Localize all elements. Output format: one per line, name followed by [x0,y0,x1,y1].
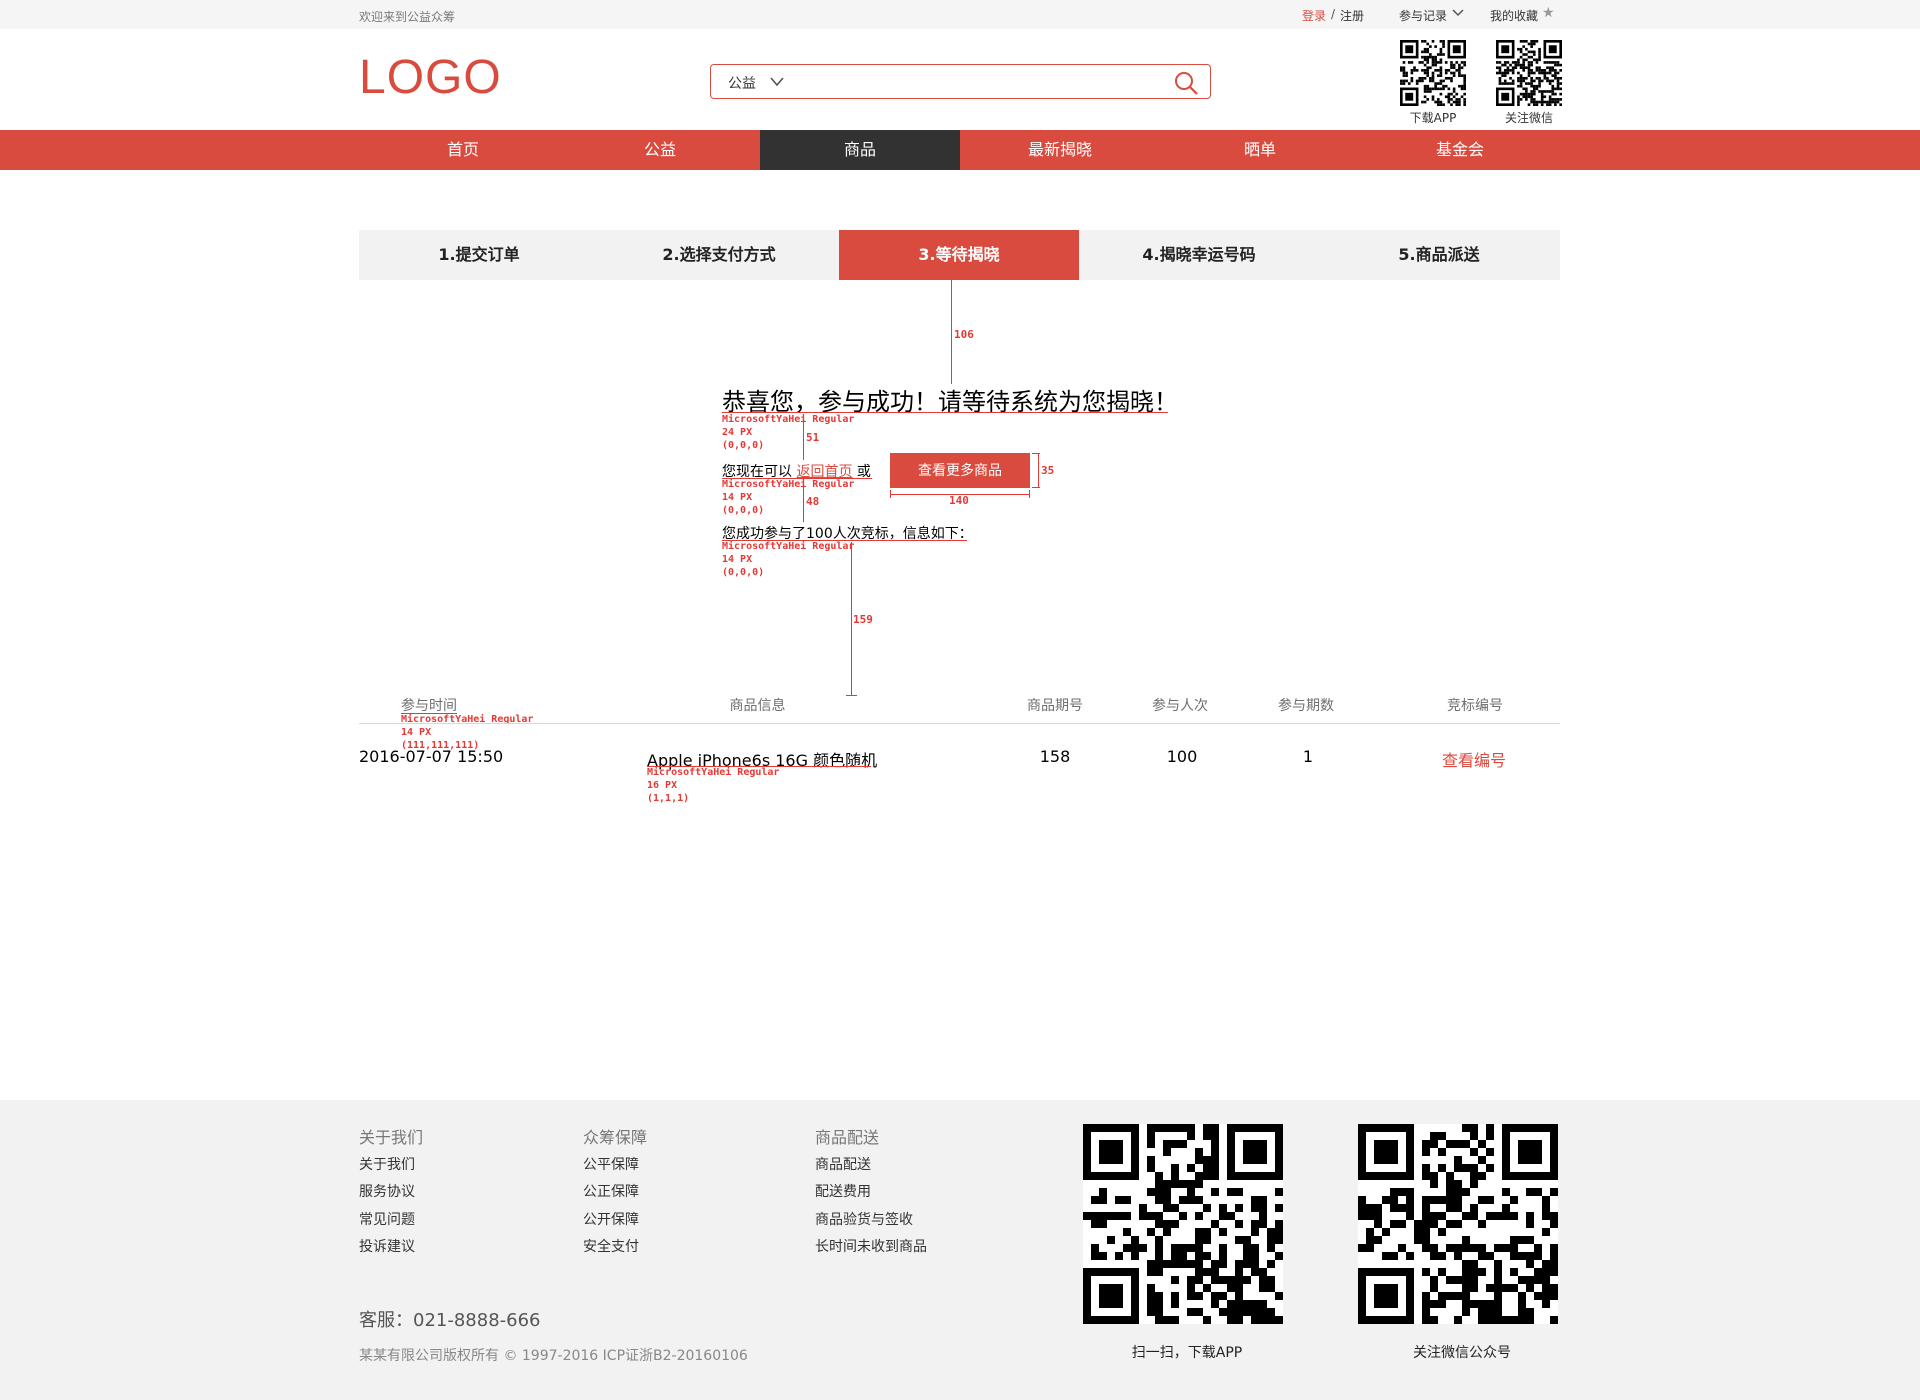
progress-steps: 1.提交订单 2.选择支付方式 3.等待揭晓 4.揭晓幸运号码 5.商品派送 [359,230,1560,280]
step-waiting: 3.等待揭晓 [839,230,1079,280]
step-lucky-number: 4.揭晓幸运号码 [1142,245,1256,264]
view-numbers-link[interactable]: 查看编号 [1442,747,1506,771]
footer-col-delivery-title: 商品配送 [815,1128,880,1147]
chevron-down-icon[interactable] [1451,8,1465,18]
search-icon[interactable] [1173,70,1199,96]
search-category-select[interactable]: 公益 [728,73,756,93]
dimension-tick [846,695,857,696]
dimension-line [951,280,952,384]
copyright: 某某有限公司版权所有 © 1997-2016 ICP证浙B2-20160106 [359,1348,748,1364]
header-period-number: 商品期号 [1027,698,1083,714]
footer-link[interactable]: 公开保障 [583,1209,639,1229]
top-bar: 欢迎来到公益众筹 登录 / 注册 参与记录 我的收藏 ★ [0,0,1920,29]
row-periods: 1 [1302,747,1314,766]
header-bid-number: 竞标编号 [1447,698,1503,714]
footer-link[interactable]: 配送费用 [815,1181,871,1201]
dimension-label: 51 [806,431,820,444]
nav-item-home[interactable]: 首页 [363,130,563,170]
wechat-qr-code [1358,1124,1558,1324]
footer-col-guarantee-title: 众筹保障 [583,1128,648,1147]
footer-link[interactable]: 公平保障 [583,1154,639,1174]
footer-link[interactable]: 安全支付 [583,1236,639,1256]
row-participations: 100 [1166,747,1198,766]
dimension-line [1038,453,1039,488]
nav-item-showcase[interactable]: 晒单 [1160,130,1360,170]
logo[interactable]: LOGO [359,50,502,105]
dimension-label: 140 [949,494,969,507]
header-period-count: 参与期数 [1278,698,1334,714]
step-payment: 2.选择支付方式 [662,245,776,264]
footer-link[interactable]: 服务协议 [359,1181,415,1201]
wechat-qr-code [1496,40,1562,106]
row-period: 158 [1039,747,1071,766]
font-spec-annotation: MicrosoftYaHei Regular 14 PX (0,0,0) [722,479,855,516]
chevron-down-icon[interactable] [769,76,785,88]
step-submit-order: 1.提交订单 [438,245,520,264]
search-bar: 公益 [710,64,1211,99]
nav-item-products[interactable]: 商品 [760,130,960,170]
welcome-text: 欢迎来到公益众筹 [359,10,456,24]
star-icon: ★ [1542,5,1555,21]
dimension-label: 35 [1041,464,1055,477]
footer-link[interactable]: 商品配送 [815,1154,871,1174]
dimension-label: 159 [853,613,873,626]
footer-link[interactable]: 常见问题 [359,1209,415,1229]
main-nav: 首页 公益 商品 最新揭晓 晒单 基金会 [0,130,1920,170]
footer-link[interactable]: 商品验货与签收 [815,1209,913,1229]
dimension-line [803,480,804,522]
login-link[interactable]: 登录 [1302,7,1326,24]
app-qr-label: 扫一扫，下载APP [1131,1345,1243,1361]
nav-item-latest[interactable]: 最新揭晓 [960,130,1160,170]
customer-service: 客服：021-8888-666 [359,1310,541,1331]
register-link[interactable]: 注册 [1340,7,1364,24]
header-participations: 参与人次 [1152,698,1208,714]
footer-col-about-title: 关于我们 [359,1128,424,1147]
app-qr-label: 下载APP [1409,111,1457,125]
dimension-line [851,542,852,696]
footer-link[interactable]: 投诉建议 [359,1236,415,1256]
header-product-info: 商品信息 [729,698,786,714]
font-spec-annotation: MicrosoftYaHei Regular 14 PX (0,0,0) [722,541,855,578]
footer: 关于我们 关于我们 服务协议 常见问题 投诉建议 众筹保障 公平保障 公正保障 … [0,1100,1920,1400]
view-more-products-button[interactable]: 查看更多商品 [890,453,1030,488]
dimension-label: 106 [954,328,974,341]
nav-item-charity[interactable]: 公益 [560,130,760,170]
login-separator: / [1331,7,1336,21]
font-spec-annotation: MicrosoftYaHei Regular 16 PX (1,1,1) [647,767,780,804]
font-spec-annotation: MicrosoftYaHei Regular 24 PX (0,0,0) [722,414,855,451]
dimension-label: 48 [806,495,820,508]
step-delivery: 5.商品派送 [1398,245,1480,264]
dimension-line [803,414,804,460]
app-qr-code [1400,40,1466,106]
footer-link[interactable]: 关于我们 [359,1154,415,1174]
header-participation-time: 参与时间 [401,698,457,714]
nav-item-foundation[interactable]: 基金会 [1360,130,1560,170]
wechat-qr-label: 关注微信 [1504,111,1553,125]
favorites-link[interactable]: 我的收藏 [1490,7,1538,24]
footer-link[interactable]: 公正保障 [583,1181,639,1201]
row-time: 2016-07-07 15:50 [359,747,504,766]
app-qr-code [1083,1124,1283,1324]
wechat-qr-label: 关注微信公众号 [1413,1345,1511,1361]
table-divider [359,723,1560,724]
records-menu[interactable]: 参与记录 [1399,7,1447,24]
footer-link[interactable]: 长时间未收到商品 [815,1236,927,1256]
search-input[interactable] [801,69,1151,95]
